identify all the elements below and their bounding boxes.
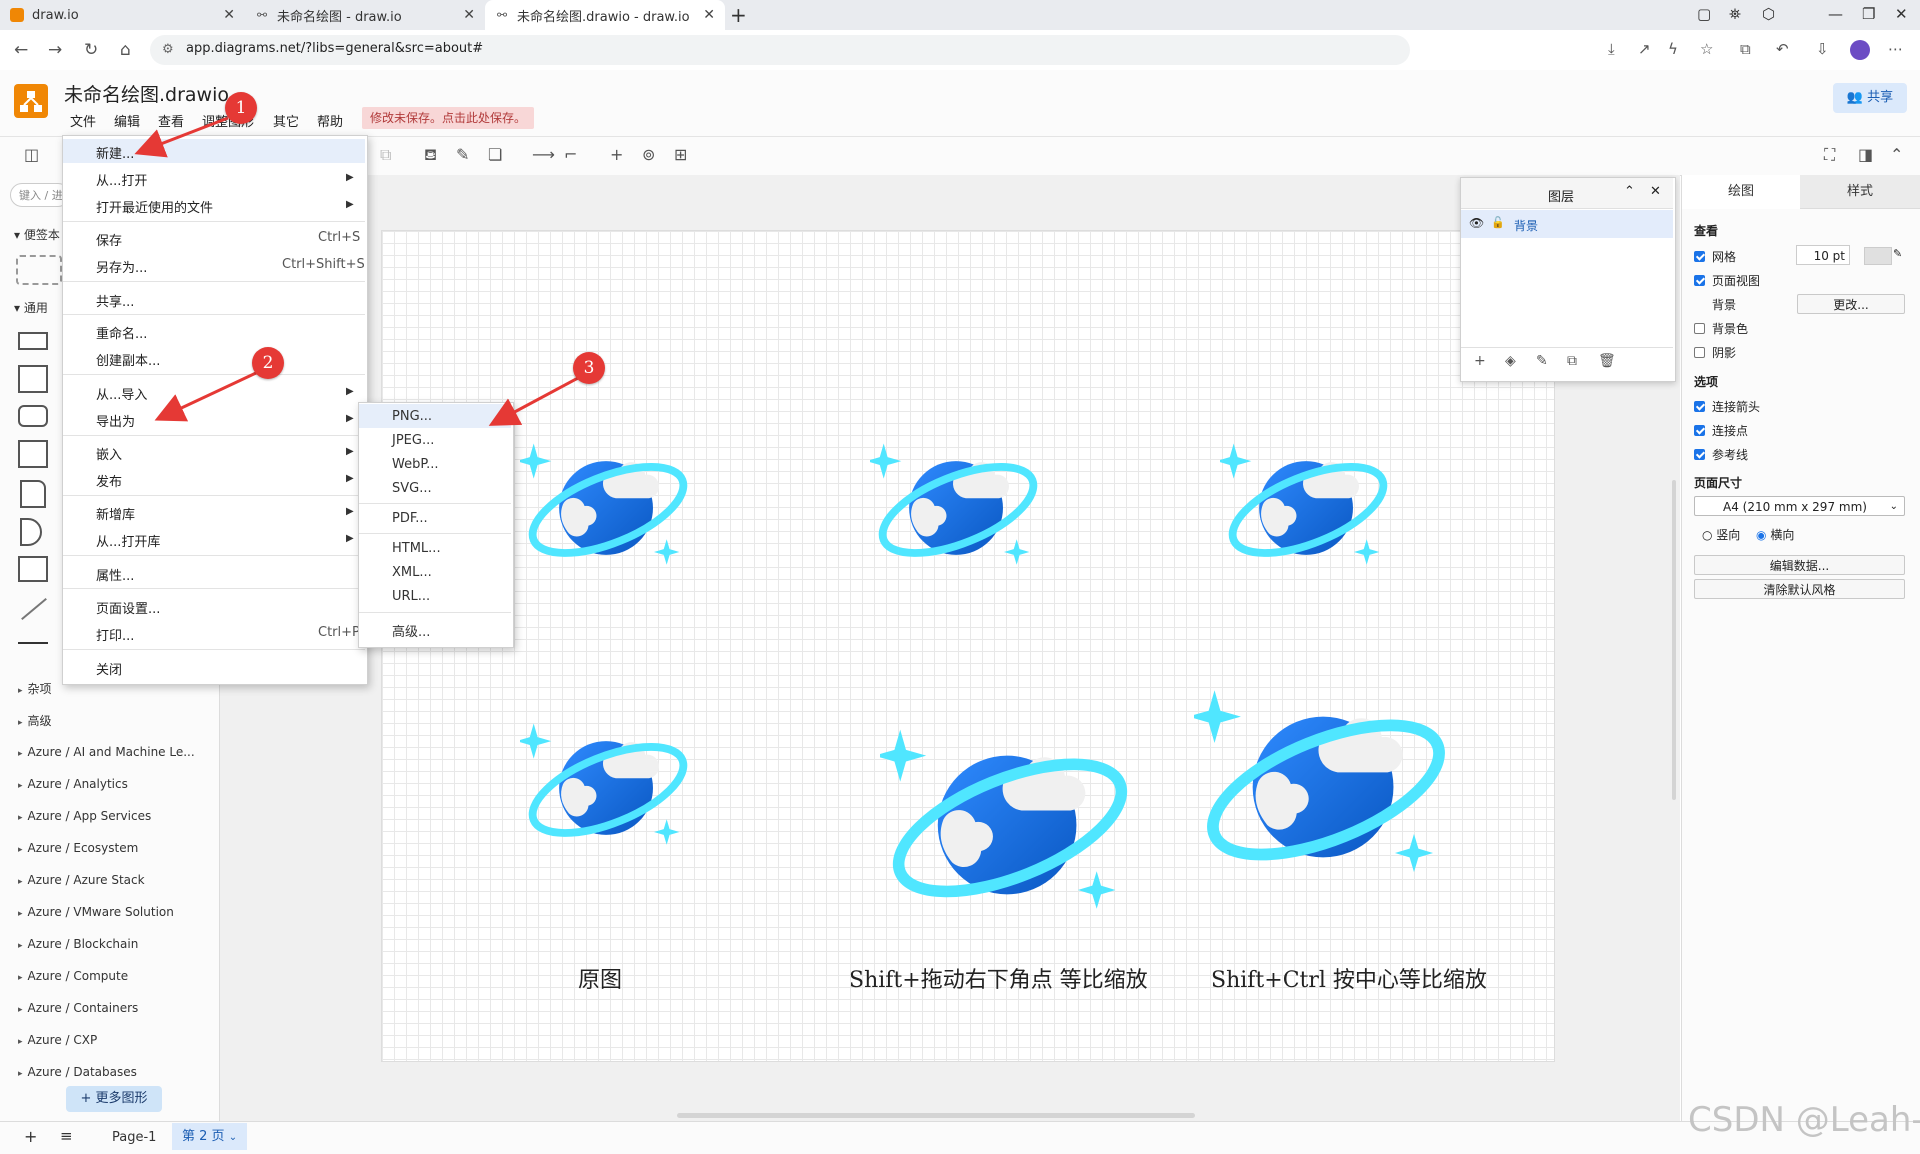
annotation-arrows [134,116,579,426]
arrow-3 [488,376,579,426]
step-marker-3: 3 [573,352,605,384]
watermark: CSDN @Leah- [1688,1100,1920,1140]
step-marker-2: 2 [252,347,284,379]
arrow-2 [154,371,257,422]
step-marker-1: 1 [225,92,257,124]
arrow-1 [134,116,229,158]
